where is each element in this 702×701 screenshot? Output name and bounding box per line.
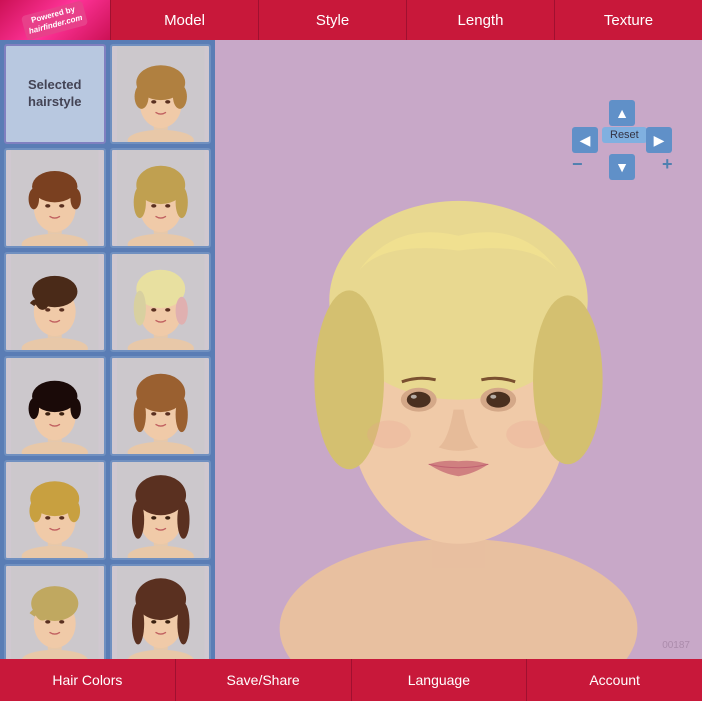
sidebar-row-2 xyxy=(4,252,211,352)
hairstyle-thumb-7[interactable] xyxy=(110,356,212,456)
reset-button[interactable]: Reset xyxy=(602,127,647,143)
bottom-nav-language[interactable]: Language xyxy=(352,659,528,701)
hairstyle-thumb-9[interactable] xyxy=(110,460,212,560)
pan-down-button[interactable]: ▼ xyxy=(609,154,635,180)
tab-texture[interactable]: Texture xyxy=(554,0,702,40)
sidebar-row-1 xyxy=(4,148,211,248)
hairstyle-thumb-2[interactable] xyxy=(4,148,106,248)
logo-text: Powered by hairfinder.com xyxy=(21,0,88,40)
bottom-nav-bar: Hair Colors Save/Share Language Account xyxy=(0,659,702,701)
tab-length[interactable]: Length xyxy=(406,0,554,40)
bottom-nav-hair-colors[interactable]: Hair Colors xyxy=(0,659,176,701)
sidebar-row-0: Selectedhairstyle xyxy=(4,44,211,144)
zoom-out-button[interactable]: − xyxy=(572,154,583,175)
tab-style[interactable]: Style xyxy=(258,0,406,40)
hairstyle-thumb-8[interactable] xyxy=(4,460,106,560)
pan-right-button[interactable]: ▶ xyxy=(646,127,672,153)
main-layout: Selectedhairstyle xyxy=(0,40,702,659)
pan-up-button[interactable]: ▲ xyxy=(609,100,635,126)
tab-model[interactable]: Model xyxy=(110,0,258,40)
sidebar-row-4 xyxy=(4,460,211,560)
hairstyle-thumb-6[interactable] xyxy=(4,356,106,456)
zoom-in-button[interactable]: + xyxy=(662,154,673,175)
pan-left-button[interactable]: ◀ xyxy=(572,127,598,153)
hairstyle-thumb-11[interactable] xyxy=(110,564,212,659)
bottom-nav-save-share[interactable]: Save/Share xyxy=(176,659,352,701)
hairstyle-thumb-4[interactable] xyxy=(4,252,106,352)
sidebar-row-3 xyxy=(4,356,211,456)
hairstyle-sidebar: Selectedhairstyle xyxy=(0,40,215,659)
selected-label: Selectedhairstyle xyxy=(28,77,81,111)
top-nav-tabs: Model Style Length Texture xyxy=(110,0,702,40)
selected-hairstyle-placeholder: Selectedhairstyle xyxy=(4,44,106,144)
bottom-nav-account[interactable]: Account xyxy=(527,659,702,701)
hairstyle-thumb-10[interactable] xyxy=(4,564,106,659)
watermark: 00187 xyxy=(662,640,690,651)
hairstyle-thumb-3[interactable] xyxy=(110,148,212,248)
model-preview-area: ▲ ◀ Reset ▶ ▼ − + 00187 xyxy=(215,40,702,659)
navigation-controls: ▲ ◀ Reset ▶ ▼ − + xyxy=(562,100,682,190)
hairstyle-thumb-5[interactable] xyxy=(110,252,212,352)
top-nav-bar: Powered by hairfinder.com Model Style Le… xyxy=(0,0,702,40)
app-logo: Powered by hairfinder.com xyxy=(0,0,110,40)
hairstyle-thumb-1[interactable] xyxy=(110,44,212,144)
sidebar-row-5 xyxy=(4,564,211,659)
